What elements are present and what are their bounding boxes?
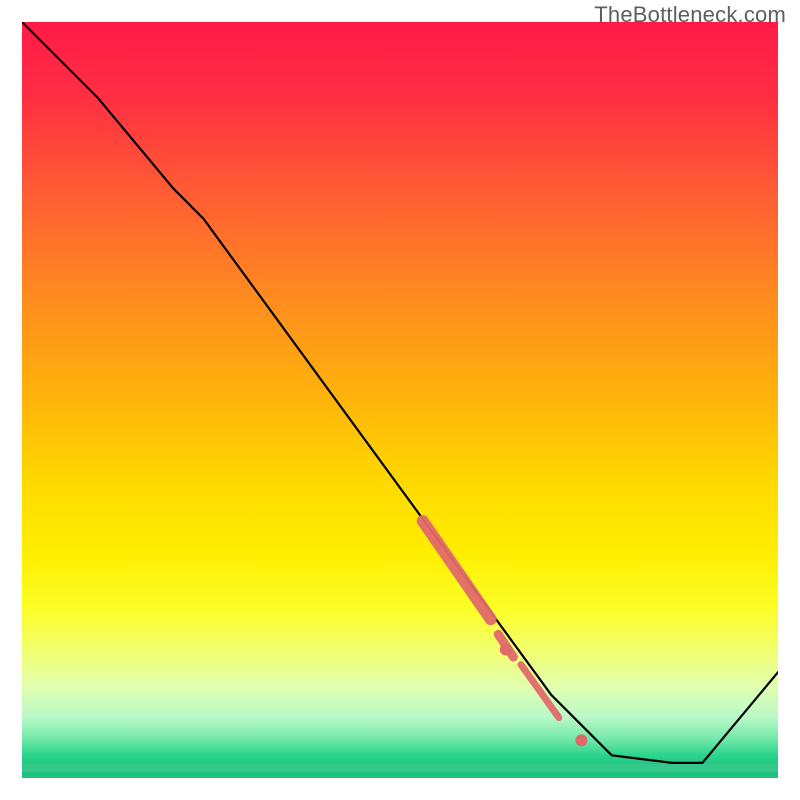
plot-area bbox=[22, 22, 778, 778]
highlight-segment bbox=[423, 521, 491, 619]
chart-svg bbox=[22, 22, 778, 778]
highlight-segment bbox=[521, 665, 559, 718]
highlight-point bbox=[575, 734, 587, 746]
highlight-point bbox=[500, 644, 512, 656]
curve-line bbox=[22, 22, 778, 763]
chart-stage: TheBottleneck.com bbox=[0, 0, 800, 800]
watermark-text: TheBottleneck.com bbox=[594, 2, 786, 28]
